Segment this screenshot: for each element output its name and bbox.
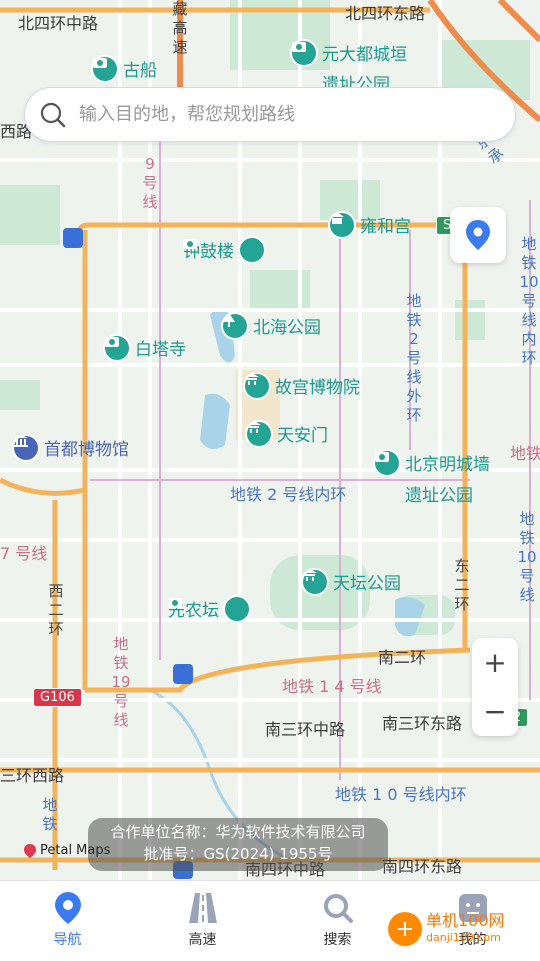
subway-label-vertical: 地铁19号线 <box>111 635 131 729</box>
subway-station-icon[interactable] <box>63 228 83 248</box>
search-input[interactable] <box>77 103 481 126</box>
camera-icon <box>168 596 249 621</box>
subway-label-vertical: 地铁 <box>42 796 58 833</box>
zoom-out-button[interactable]: − <box>472 687 518 736</box>
road-label: 北四环中路 <box>18 14 99 33</box>
petal-maps-logo: Petal Maps <box>24 843 110 858</box>
search-icon <box>40 102 66 127</box>
road-label: 三环西路 <box>0 766 65 785</box>
subway-label-vertical: 地铁10号线内环 <box>519 235 539 367</box>
subway-label: 地铁 <box>510 444 540 463</box>
poi-tiananmen[interactable]: 天安门 <box>247 421 328 446</box>
poi-mingchengqiang[interactable]: 北京明城墙 <box>375 450 490 475</box>
watermark-name: 单机100网 <box>426 911 505 930</box>
subway-label-vertical: 9号线 <box>142 155 158 211</box>
nav-label: 搜索 <box>323 932 352 948</box>
subway-label: 7 号线 <box>0 544 48 563</box>
poi-tiantan[interactable]: 天坛公园 <box>303 569 401 594</box>
museum-icon <box>14 435 38 460</box>
poi-label: 故宫博物院 <box>275 378 360 398</box>
watermark-url: danji100.com <box>426 931 501 944</box>
poi-label: 白塔寺 <box>135 340 186 360</box>
poi-label: 天安门 <box>277 426 328 446</box>
tree-icon <box>223 313 247 338</box>
poi-yonghegong[interactable]: 雍和宫 <box>330 212 411 237</box>
road-label-vertical: 藏高速 <box>172 0 188 56</box>
locate-button[interactable] <box>450 207 506 263</box>
highway-shield-g106: G106 <box>33 688 82 707</box>
nav-item-search[interactable]: 搜索 <box>270 881 405 961</box>
poi-shoudu[interactable]: 首都博物馆 <box>14 435 129 460</box>
camera-icon <box>105 335 129 360</box>
camera-icon <box>292 40 316 65</box>
poi-gugong[interactable]: 故宫博物院 <box>245 373 360 398</box>
poi-label: 首都博物馆 <box>44 440 129 460</box>
road-label-vertical: 西二环 <box>48 582 64 638</box>
palace-icon <box>303 569 327 594</box>
search-bar[interactable] <box>24 87 516 142</box>
road-label: 南二环 <box>378 648 427 667</box>
nav-label: 导航 <box>53 932 82 948</box>
credit-line2: 批准号：GS(2024) 1955号 <box>143 845 333 863</box>
subway-label: 地铁 1 4 号线 <box>282 677 382 696</box>
poi-label: 北京明城墙 <box>405 455 490 475</box>
camera-icon <box>93 56 117 81</box>
road-label: 南四环东路 <box>382 857 463 876</box>
poi-label: 北海公园 <box>253 318 321 338</box>
petal-icon <box>24 843 36 858</box>
subway-label: 地铁 1 0 号线内环 <box>335 785 467 804</box>
watermark-logo-icon: + <box>388 912 422 946</box>
subway-label-vertical: 地铁10号线 <box>517 510 537 604</box>
poi-gu-chuan[interactable]: 古船 <box>93 56 157 81</box>
watermark: + 单机100网 danji100.com <box>388 912 505 946</box>
temple-icon <box>330 212 354 237</box>
poi-label: 天坛公园 <box>333 574 401 594</box>
camera-icon <box>183 237 264 262</box>
road-label-vertical: 东二环 <box>454 557 470 613</box>
poi-label: 雍和宫 <box>360 217 411 237</box>
zoom-in-button[interactable]: + <box>472 638 518 687</box>
poi-label: 古船 <box>123 61 157 81</box>
navigation-pin-icon <box>51 891 85 925</box>
poi-label-line2: 遗址公园 <box>405 486 473 506</box>
nav-label: 高速 <box>188 932 217 948</box>
camera-icon <box>375 450 399 475</box>
zoom-control: + − <box>472 638 518 736</box>
poi-xiannongtan[interactable]: 先农坛 <box>168 596 249 621</box>
nav-item-highway[interactable]: 高速 <box>135 881 270 961</box>
credit-line1: 合作单位名称：华为软件技术有限公司 <box>110 823 366 841</box>
poi-baitasi[interactable]: 白塔寺 <box>105 335 186 360</box>
palace-icon <box>245 373 269 398</box>
subway-label: 地铁 2 号线内环 <box>230 485 347 504</box>
palace-icon <box>247 421 271 446</box>
map-credit: 合作单位名称：华为软件技术有限公司 批准号：GS(2024) 1955号 <box>88 818 388 871</box>
road-label: 南三环中路 <box>265 720 346 739</box>
poi-zhonggulou[interactable]: 钟鼓楼 <box>183 237 264 262</box>
poi-label: 元大都城垣 <box>322 45 407 65</box>
road-label: 南三环东路 <box>382 714 463 733</box>
subway-label-vertical: 地铁2号线外环 <box>406 292 422 424</box>
search-icon <box>321 891 355 925</box>
poi-beihai[interactable]: 北海公园 <box>223 313 321 338</box>
poi-yuan-dadu[interactable]: 元大都城垣 <box>292 40 407 65</box>
nav-item-navigation[interactable]: 导航 <box>0 881 135 961</box>
petal-label: Petal Maps <box>40 843 111 858</box>
road-label: 北四环东路 <box>345 4 426 23</box>
highway-icon <box>186 891 220 925</box>
location-pin-icon <box>466 220 490 250</box>
subway-station-icon[interactable] <box>173 664 193 684</box>
